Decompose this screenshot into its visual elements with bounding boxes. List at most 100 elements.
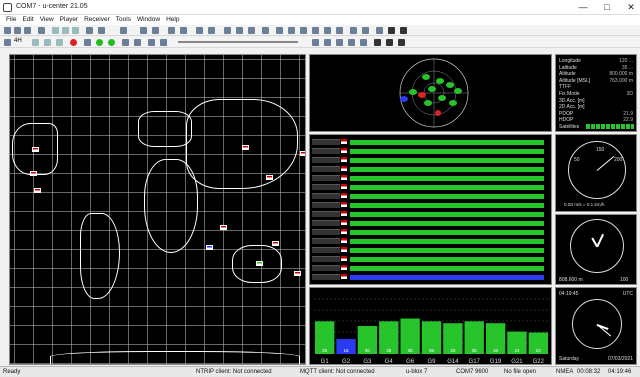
menu-window[interactable]: Window <box>137 15 160 25</box>
signal-row-label <box>312 148 340 154</box>
docking-icon-6[interactable] <box>336 27 343 34</box>
playback-slider[interactable] <box>178 41 298 43</box>
info-value: 763.000 m <box>609 77 633 84</box>
info-value: 800.000 m <box>609 71 633 78</box>
chevron-down-icon[interactable] <box>32 39 39 46</box>
menu-edit[interactable]: Edit <box>22 15 33 25</box>
info-label: TTFF <box>559 84 572 91</box>
cut-icon[interactable] <box>52 27 59 34</box>
sample-label[interactable]: 4H <box>14 38 22 44</box>
nav-icon-8[interactable] <box>398 39 405 46</box>
docking-icon-5[interactable] <box>324 27 331 34</box>
eject-icon[interactable] <box>148 39 155 46</box>
print-icon[interactable] <box>38 27 45 34</box>
menu-help[interactable]: Help <box>166 15 179 25</box>
table-icon[interactable] <box>248 27 255 34</box>
baudrate-icon[interactable] <box>98 27 105 34</box>
config-icon[interactable] <box>152 27 159 34</box>
docking-icon-10[interactable] <box>388 27 395 34</box>
signal-row-bar <box>350 239 544 244</box>
nav-icon-6[interactable] <box>374 39 381 46</box>
docking-icon-7[interactable] <box>350 27 357 34</box>
copy-icon[interactable] <box>62 27 69 34</box>
nav-icon-5[interactable] <box>360 39 367 46</box>
step-icon[interactable] <box>122 39 129 46</box>
map-grid-line <box>10 59 305 60</box>
docking-icon-4[interactable] <box>312 27 319 34</box>
speed-readout: 0.03 m/s = 0.1 km/h <box>564 202 605 207</box>
signal-row-label <box>312 274 340 280</box>
docking-icon-8[interactable] <box>362 27 369 34</box>
save-icon[interactable] <box>24 27 31 34</box>
level-value: 33 <box>450 348 456 353</box>
packet-console-icon[interactable] <box>208 27 215 34</box>
docking-icon-9[interactable] <box>376 27 383 34</box>
satellite-levels-view[interactable]: G1 35 G2 16 G3 30 G4 35 G6 38 G9 35 G14 33 G17 35 G19 33 G… <box>309 287 552 365</box>
pause-icon[interactable] <box>84 39 91 46</box>
autobaud-icon[interactable] <box>120 27 127 34</box>
new-icon[interactable] <box>4 27 11 34</box>
nav-icon-1[interactable] <box>312 39 319 46</box>
text-console-icon[interactable] <box>196 27 203 34</box>
close-button[interactable]: ✕ <box>618 0 640 15</box>
data-view[interactable]: Longitude 120 ... Latitude 35 ... Altitude 80… <box>555 54 637 132</box>
signal-row-label <box>312 211 340 217</box>
messages-icon[interactable] <box>140 27 147 34</box>
info-label: Fix Mode <box>559 91 580 97</box>
speed-view[interactable]: 150 50 200 0.03 m/s = 0.1 km/h <box>555 134 637 212</box>
signal-row-bar <box>350 212 544 217</box>
recv-icon[interactable] <box>180 27 187 34</box>
nav-icon-2[interactable] <box>324 39 331 46</box>
map-view[interactable] <box>9 54 306 365</box>
loop-icon[interactable] <box>160 39 167 46</box>
sky-plot <box>399 58 469 128</box>
docking-icon-2[interactable] <box>288 27 295 34</box>
nav-icon-4[interactable] <box>348 39 355 46</box>
level-label: G21 <box>511 359 523 365</box>
nav-icon-3[interactable] <box>336 39 343 46</box>
flag-icon <box>341 148 347 153</box>
altitude-view[interactable]: 808.600 m 100 <box>555 214 637 285</box>
map-satellite-marker <box>266 175 273 180</box>
rewind-icon[interactable] <box>44 39 51 46</box>
connect-icon[interactable] <box>86 27 93 34</box>
menu-file[interactable]: File <box>6 15 16 25</box>
docking-icon-3[interactable] <box>300 27 307 34</box>
nav-icon-7[interactable] <box>386 39 393 46</box>
open-icon[interactable] <box>14 27 21 34</box>
statistic-icon[interactable] <box>224 27 231 34</box>
menu-receiver[interactable]: Receiver <box>84 15 110 25</box>
paste-icon[interactable] <box>72 27 79 34</box>
clock-view[interactable]: 04:19:45 UTC Saturday 07/03/2021 <box>555 287 637 365</box>
status-receiver: u-blox 7 <box>406 369 428 375</box>
stop-icon[interactable] <box>134 39 141 46</box>
back-icon[interactable] <box>4 39 11 46</box>
play-icon[interactable] <box>96 39 103 46</box>
map-grid-line <box>109 55 110 364</box>
level-label: G17 <box>469 359 481 365</box>
camera-icon[interactable] <box>236 27 243 34</box>
flag-icon <box>341 220 347 225</box>
menu-tools[interactable]: Tools <box>116 15 131 25</box>
minimize-button[interactable]: — <box>570 0 596 15</box>
menu-view[interactable]: View <box>40 15 54 25</box>
level-value: 24 <box>514 348 520 353</box>
level-label: G3 <box>363 359 372 365</box>
skip-icon[interactable] <box>56 39 63 46</box>
docking-icon-1[interactable] <box>276 27 283 34</box>
record-icon[interactable] <box>70 39 77 46</box>
docking-icon-11[interactable] <box>400 27 407 34</box>
poll-icon[interactable] <box>168 27 175 34</box>
maximize-button[interactable]: □ <box>594 0 620 15</box>
fast-play-icon[interactable] <box>108 39 115 46</box>
sky-view[interactable] <box>309 54 552 132</box>
menu-player[interactable]: Player <box>60 15 78 25</box>
map-icon[interactable] <box>262 27 269 34</box>
level-value: 35 <box>386 348 392 353</box>
level-value: 16 <box>344 348 350 353</box>
level-value: 30 <box>365 348 371 353</box>
level-label: G14 <box>447 359 459 365</box>
signal-history-view[interactable] <box>309 134 552 285</box>
satellites-indicator <box>586 124 634 129</box>
status-time: 04:19:46 <box>608 369 632 375</box>
